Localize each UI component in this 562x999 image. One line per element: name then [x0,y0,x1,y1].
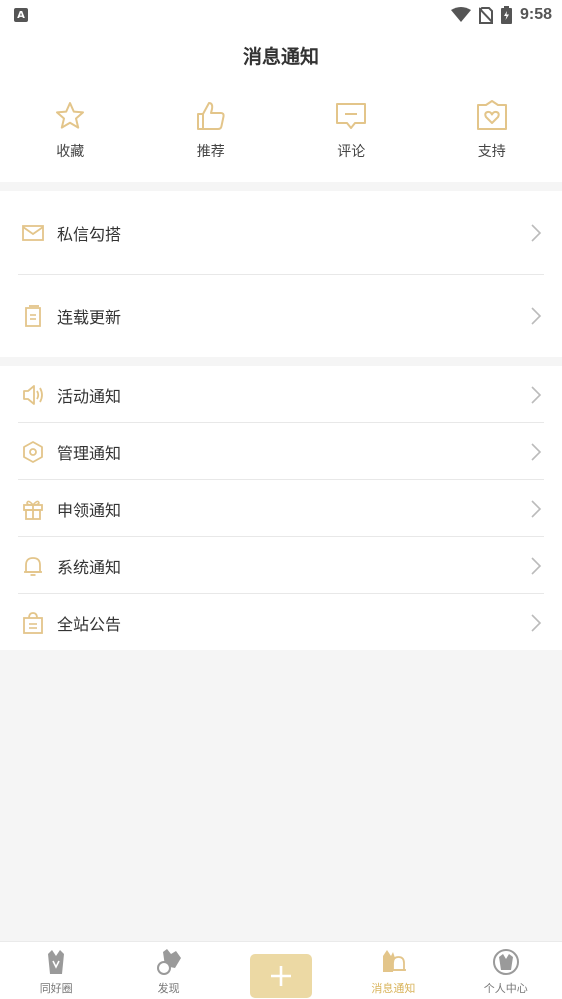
row-admin-notice[interactable]: 管理通知 [0,423,562,480]
nav-item-notifications[interactable]: 消息通知 [337,942,449,999]
chevron-right-icon [531,223,542,242]
quick-action-label: 推荐 [196,144,225,160]
chevron-right-icon [531,613,542,632]
chevron-right-icon [531,556,542,575]
battery-icon [500,6,512,24]
bell-icon [24,556,42,576]
nav-item-discover[interactable]: 发现 [112,942,224,999]
nav-label: 同好圈 [39,982,73,995]
row-label: 私信勾搭 [57,224,122,244]
row-site-announcement[interactable]: 全站公告 [0,594,562,651]
message-group-1: 私信勾搭 连载更新 [0,191,562,357]
row-claim-notice[interactable]: 申领通知 [0,480,562,537]
nav-item-community[interactable]: 同好圈 [0,942,112,999]
bag-icon [23,611,43,634]
bottom-nav: 同好圈 发现 消息通知 个人中心 [0,941,562,999]
star-icon [56,102,85,129]
row-label: 连载更新 [57,307,122,327]
message-group-2: 活动通知 管理通知 申领通知 系统通知 全站公告 [0,366,562,650]
speaker-icon [23,384,43,405]
row-system-notice[interactable]: 系统通知 [0,537,562,594]
chevron-right-icon [531,499,542,518]
nav-label: 个人中心 [483,982,528,995]
quick-actions: 收藏 推荐 评论 支持 [0,80,562,182]
row-activity-notice[interactable]: 活动通知 [0,366,562,423]
quick-action-recommend[interactable]: 推荐 [141,80,282,182]
header: 消息通知 [0,30,562,80]
chevron-right-icon [531,442,542,461]
quick-action-comments[interactable]: 评论 [281,80,422,182]
quick-action-label: 支持 [477,144,506,160]
quick-action-label: 评论 [337,144,366,160]
community-icon [48,950,65,974]
row-private-messages[interactable]: 私信勾搭 [0,191,562,274]
notification-bell-icon [383,950,407,972]
discover-icon [156,949,181,975]
quick-action-support[interactable]: 支持 [422,80,562,182]
accessibility-badge: A [14,8,28,22]
plus-icon [270,966,291,986]
nav-label: 发现 [157,982,180,995]
profile-icon [492,949,519,975]
row-label: 申领通知 [57,500,122,520]
comment-icon [336,103,367,129]
heart-badge-icon [476,100,507,130]
chevron-right-icon [531,306,542,325]
book-icon [25,304,41,327]
mail-icon [22,224,44,241]
quick-action-favorites[interactable]: 收藏 [0,80,141,182]
no-sim-icon [478,6,493,24]
row-label: 管理通知 [57,443,122,463]
thumbs-up-icon [196,102,225,130]
nav-item-add[interactable] [225,942,337,999]
page-title: 消息通知 [242,45,319,68]
nav-label: 消息通知 [371,982,416,995]
status-bar: A 9:58 [0,0,562,30]
row-label: 全站公告 [57,614,122,634]
gift-icon [23,500,43,520]
status-time: 9:58 [519,6,552,23]
hexagon-icon [23,440,43,463]
row-serial-updates[interactable]: 连载更新 [0,274,562,357]
chevron-right-icon [531,385,542,404]
wifi-icon [450,7,471,22]
row-label: 活动通知 [57,386,122,406]
row-label: 系统通知 [57,557,122,577]
nav-item-profile[interactable]: 个人中心 [450,942,562,999]
add-button[interactable] [249,954,312,998]
quick-action-label: 收藏 [56,144,85,160]
